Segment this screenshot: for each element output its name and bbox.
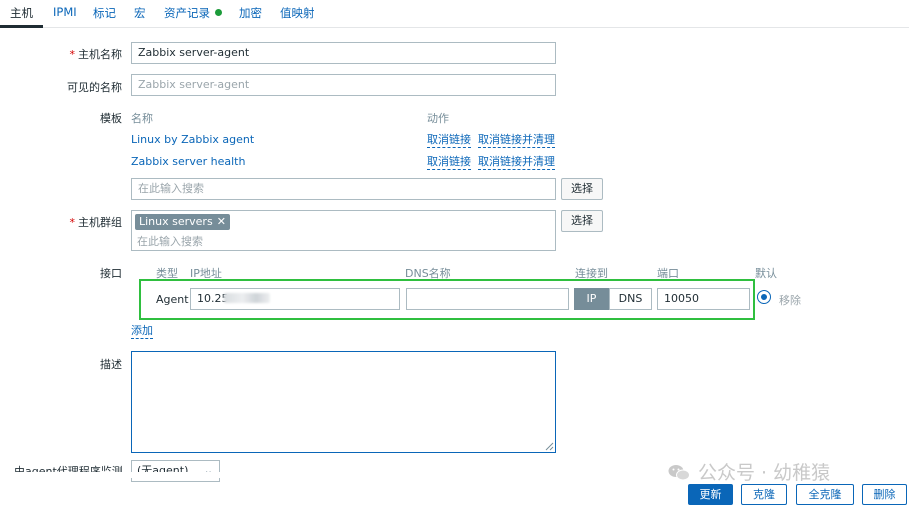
templates-label: 模板: [100, 112, 122, 125]
status-dot-icon: [215, 9, 222, 16]
redacted-ip-blur: [224, 293, 270, 303]
required-mark: *: [69, 48, 76, 61]
host-group-chip: Linux servers ✕: [135, 214, 230, 230]
add-interface-link[interactable]: 添加: [131, 324, 153, 339]
tab-bar: 主机 IPMI 标记 宏 资产记录 加密 值映射: [0, 0, 909, 28]
clone-button[interactable]: 克隆: [741, 484, 787, 505]
host-name-label-text: 主机名称: [78, 48, 122, 61]
tab-macros[interactable]: 宏: [134, 5, 146, 21]
full-clone-button[interactable]: 全克隆: [796, 484, 854, 505]
tab-ipmi[interactable]: IPMI: [53, 5, 77, 19]
update-button[interactable]: 更新: [688, 484, 733, 505]
visible-name-label: 可见的名称: [67, 81, 122, 94]
host-group-select-button[interactable]: 选择: [561, 210, 603, 232]
templates-header-name: 名称: [131, 112, 153, 125]
interfaces-label: 接口: [100, 267, 122, 280]
template-unlink-button[interactable]: 取消链接: [427, 133, 471, 148]
template-link-linux[interactable]: Linux by Zabbix agent: [131, 133, 254, 146]
template-link-zabbix-health[interactable]: Zabbix server health: [131, 155, 245, 168]
default-interface-radio[interactable]: [757, 290, 771, 304]
remove-chip-icon[interactable]: ✕: [217, 215, 226, 228]
iface-ip-input[interactable]: 10.25: [190, 288, 400, 310]
template-search-input[interactable]: 在此输入搜索: [131, 178, 556, 200]
connect-dns-toggle[interactable]: DNS: [609, 288, 652, 310]
template-select-button[interactable]: 选择: [561, 178, 603, 200]
active-tab-indicator: [0, 25, 43, 28]
host-group-search-input[interactable]: 在此输入搜索: [137, 233, 203, 249]
iface-header-default: 默认: [755, 267, 777, 280]
tab-tags[interactable]: 标记: [93, 5, 116, 21]
template-unlink-clear-button[interactable]: 取消链接并清理: [478, 133, 555, 148]
template-unlink-clear-button[interactable]: 取消链接并清理: [478, 155, 555, 170]
tab-encryption[interactable]: 加密: [239, 5, 262, 21]
host-groups-label-text: 主机群组: [78, 216, 122, 229]
iface-type-text: Agent: [156, 293, 189, 306]
chevron-down-icon: ⌄: [203, 464, 213, 477]
templates-header-action: 动作: [427, 112, 449, 125]
template-unlink-button[interactable]: 取消链接: [427, 155, 471, 170]
tab-inventory-label: 资产记录: [164, 6, 210, 20]
watermark: 公众号 · 幼稚猿: [668, 458, 830, 485]
description-textarea[interactable]: [131, 351, 556, 453]
watermark-text: 公众号 · 幼稚猿: [698, 462, 831, 484]
host-name-input[interactable]: Zabbix server-agent: [131, 42, 556, 64]
iface-dns-input[interactable]: [406, 288, 569, 310]
required-mark: *: [69, 216, 76, 229]
visible-name-input[interactable]: Zabbix server-agent: [131, 74, 556, 96]
monitored-by-select[interactable]: (无agent) ⌄: [131, 460, 220, 482]
host-groups-label: * 主机群组: [70, 214, 123, 230]
delete-button[interactable]: 删除: [862, 484, 907, 505]
resize-grip-icon[interactable]: [545, 442, 554, 451]
iface-remove-link[interactable]: 移除: [779, 292, 801, 308]
host-name-label: * 主机名称: [70, 46, 123, 62]
description-label: 描述: [100, 358, 122, 371]
tab-inventory[interactable]: 资产记录: [164, 5, 222, 21]
wechat-icon: [668, 465, 690, 481]
host-group-chip-label: Linux servers: [139, 215, 213, 228]
connect-ip-toggle[interactable]: IP: [574, 288, 609, 310]
host-groups-multiselect[interactable]: Linux servers ✕ 在此输入搜索: [131, 210, 556, 251]
tab-host[interactable]: 主机: [10, 5, 33, 21]
tab-value-mapping[interactable]: 值映射: [280, 5, 315, 21]
iface-port-input[interactable]: 10050: [657, 288, 750, 310]
